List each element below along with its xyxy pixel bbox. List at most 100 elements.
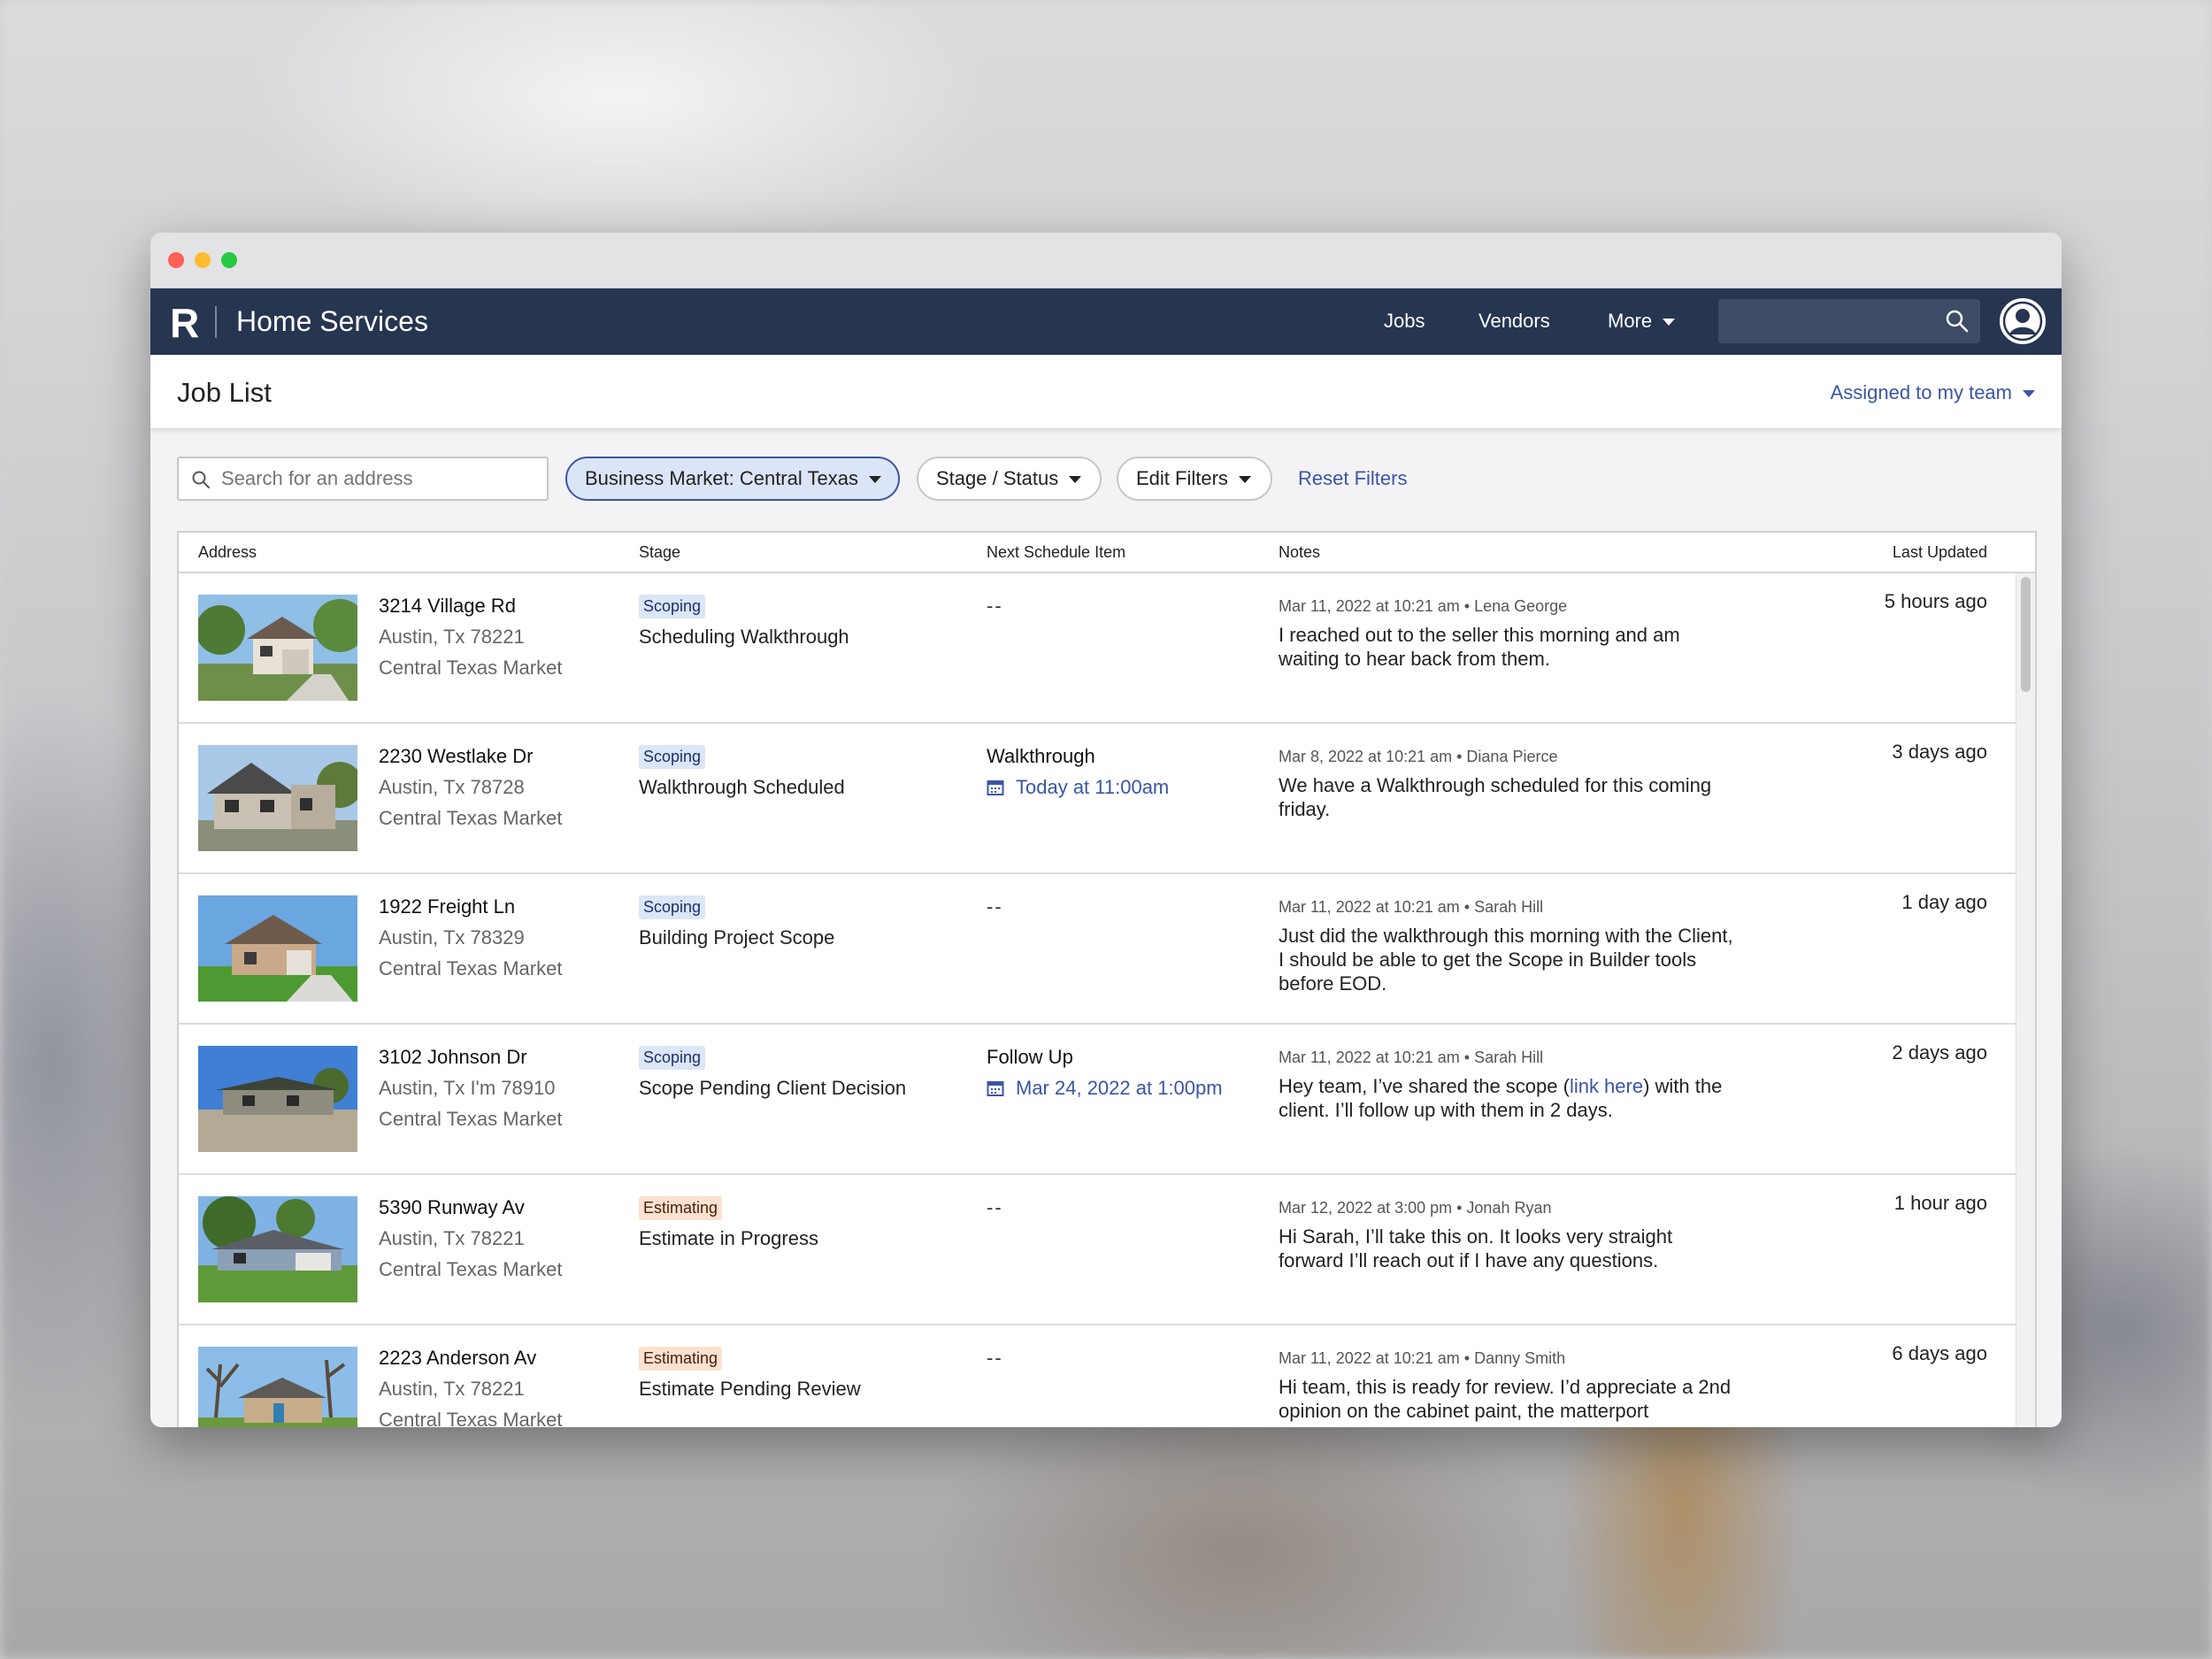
chevron-down-icon (868, 476, 881, 484)
next-schedule-date[interactable]: Today at 11:00am (1016, 776, 1169, 799)
address-city: Austin, Tx 78329 (379, 926, 525, 949)
table-row[interactable]: 1922 Freight Ln Austin, Tx 78329 Central… (179, 874, 2035, 1025)
last-updated: 2 days ago (1892, 1041, 1987, 1064)
next-schedule-title: Walkthrough (987, 745, 1095, 767)
stage-status: Estimate in Progress (639, 1227, 818, 1249)
table-row[interactable]: 2223 Anderson Av Austin, Tx 78221 Centra… (179, 1325, 2035, 1427)
next-schedule-empty: -- (987, 1196, 1003, 1218)
note-text: Hi Sarah, I’ll take this on. It looks ve… (1279, 1225, 1673, 1271)
app-brand[interactable]: Home Services (236, 305, 428, 338)
table-row[interactable]: 3102 Johnson Dr Austin, Tx I'm 78910 Cen… (179, 1025, 2035, 1175)
note-meta: Mar 8, 2022 at 10:21 am • Diana Pierce (1279, 748, 1558, 765)
table-row[interactable]: 3214 Village Rd Austin, Tx 78221 Central… (179, 573, 2035, 724)
last-updated: 1 hour ago (1893, 1192, 1987, 1214)
table-scrollbar[interactable] (2016, 573, 2035, 1427)
next-schedule-empty: -- (987, 895, 1003, 918)
house-photo (198, 895, 357, 1002)
edit-filters-label: Edit Filters (1136, 467, 1228, 489)
address-city: Austin, Tx I'm 78910 (379, 1077, 556, 1099)
table-row[interactable]: 2230 Westlake Dr Austin, Tx 78728 Centra… (179, 724, 2035, 874)
window-titlebar (150, 233, 2062, 288)
address-street[interactable]: 3214 Village Rd (379, 595, 516, 618)
address-market: Central Texas Market (379, 657, 563, 679)
stage-badge: Scoping (639, 895, 706, 919)
search-icon[interactable] (1945, 309, 1970, 334)
note-text: We have a Walkthrough scheduled for this… (1279, 774, 1712, 820)
last-updated: 1 day ago (1901, 891, 1987, 913)
stage-status: Estimate Pending Review (639, 1378, 861, 1400)
column-header-last-updated[interactable]: Last Updated (1893, 543, 1987, 562)
page-header: Job List Assigned to my team (150, 355, 2062, 429)
note-meta: Mar 12, 2022 at 3:00 pm • Jonah Ryan (1279, 1199, 1552, 1217)
note-meta: Mar 11, 2022 at 10:21 am • Sarah Hill (1279, 1048, 1544, 1066)
next-schedule-date[interactable]: Mar 24, 2022 at 1:00pm (1016, 1077, 1223, 1100)
house-photo (198, 1046, 357, 1152)
maximize-window-button[interactable] (221, 252, 237, 268)
reset-filters-link[interactable]: Reset Filters (1298, 467, 1407, 490)
address-market: Central Texas Market (379, 1258, 563, 1280)
house-photo (198, 1347, 357, 1427)
chevron-down-icon (2023, 390, 2035, 398)
market-filter-pill[interactable]: Business Market: Central Texas (565, 457, 900, 501)
last-updated: 5 hours ago (1884, 590, 1987, 612)
address-street[interactable]: 5390 Runway Av (379, 1196, 525, 1219)
address-market: Central Texas Market (379, 807, 563, 829)
stage-badge: Scoping (639, 1046, 706, 1070)
filter-bar: Business Market: Central Texas Stage / S… (150, 429, 2062, 531)
last-updated: 3 days ago (1892, 741, 1987, 763)
house-photo (198, 595, 357, 701)
address-city: Austin, Tx 78221 (379, 1227, 525, 1249)
minimize-window-button[interactable] (195, 252, 211, 268)
table-header: Address Stage Next Schedule Item Notes L… (179, 533, 2035, 573)
nav-more[interactable]: More (1608, 310, 1676, 333)
next-schedule-empty: -- (987, 1347, 1003, 1369)
address-street[interactable]: 1922 Freight Ln (379, 895, 515, 918)
column-header-stage[interactable]: Stage (639, 543, 680, 562)
address-city: Austin, Tx 78221 (379, 1378, 525, 1400)
chevron-down-icon (1069, 476, 1082, 484)
calendar-icon (987, 780, 1004, 795)
address-market: Central Texas Market (379, 1108, 563, 1130)
stage-status-filter-label: Stage / Status (936, 467, 1059, 489)
job-table: Address Stage Next Schedule Item Notes L… (177, 531, 2037, 1427)
next-schedule-empty: -- (987, 595, 1003, 617)
user-avatar-icon[interactable] (2000, 298, 2046, 344)
assigned-filter-label: Assigned to my team (1830, 381, 2012, 403)
logo-divider (215, 306, 217, 338)
stage-status-filter-pill[interactable]: Stage / Status (917, 457, 1102, 501)
address-city: Austin, Tx 78728 (379, 776, 525, 798)
browser-window: R Home Services Jobs Vendors More Job Li… (150, 233, 2062, 1427)
edit-filters-pill[interactable]: Edit Filters (1117, 457, 1272, 501)
table-row[interactable]: 5390 Runway Av Austin, Tx 78221 Central … (179, 1175, 2035, 1325)
close-window-button[interactable] (168, 252, 184, 268)
market-filter-label: Business Market: Central Texas (585, 467, 858, 489)
scope-link[interactable]: link here (1570, 1075, 1643, 1097)
address-street[interactable]: 2223 Anderson Av (379, 1347, 536, 1370)
note-text: Hi team, this is ready for review. I’d a… (1279, 1376, 1732, 1422)
address-city: Austin, Tx 78221 (379, 626, 525, 648)
stage-badge: Estimating (639, 1196, 723, 1220)
address-search-input[interactable] (177, 457, 549, 501)
stage-badge: Scoping (639, 745, 706, 769)
note-meta: Mar 11, 2022 at 10:21 am • Danny Smith (1279, 1349, 1566, 1367)
nav-jobs[interactable]: Jobs (1384, 310, 1425, 333)
stage-status: Walkthrough Scheduled (639, 776, 845, 798)
note-text: I reached out to the seller this morning… (1279, 624, 1680, 670)
note-meta: Mar 11, 2022 at 10:21 am • Lena George (1279, 597, 1568, 615)
note-text-before-link: Hey team, I’ve shared the scope ( (1279, 1075, 1570, 1097)
address-street[interactable]: 3102 Johnson Dr (379, 1046, 527, 1069)
chevron-down-icon (1663, 319, 1676, 326)
column-header-address[interactable]: Address (198, 543, 257, 562)
nav-vendors[interactable]: Vendors (1479, 310, 1550, 333)
top-navbar: R Home Services Jobs Vendors More (150, 288, 2062, 355)
app-logo[interactable]: R (170, 299, 199, 347)
scrollbar-thumb[interactable] (2021, 577, 2031, 692)
search-icon (192, 471, 210, 488)
column-header-notes[interactable]: Notes (1279, 543, 1320, 562)
page-title: Job List (177, 377, 272, 408)
address-street[interactable]: 2230 Westlake Dr (379, 745, 533, 768)
address-market: Central Texas Market (379, 957, 563, 979)
nav-search-input[interactable] (1718, 299, 1980, 343)
assigned-filter-dropdown[interactable]: Assigned to my team (1831, 381, 2035, 404)
column-header-next-schedule[interactable]: Next Schedule Item (987, 543, 1125, 562)
